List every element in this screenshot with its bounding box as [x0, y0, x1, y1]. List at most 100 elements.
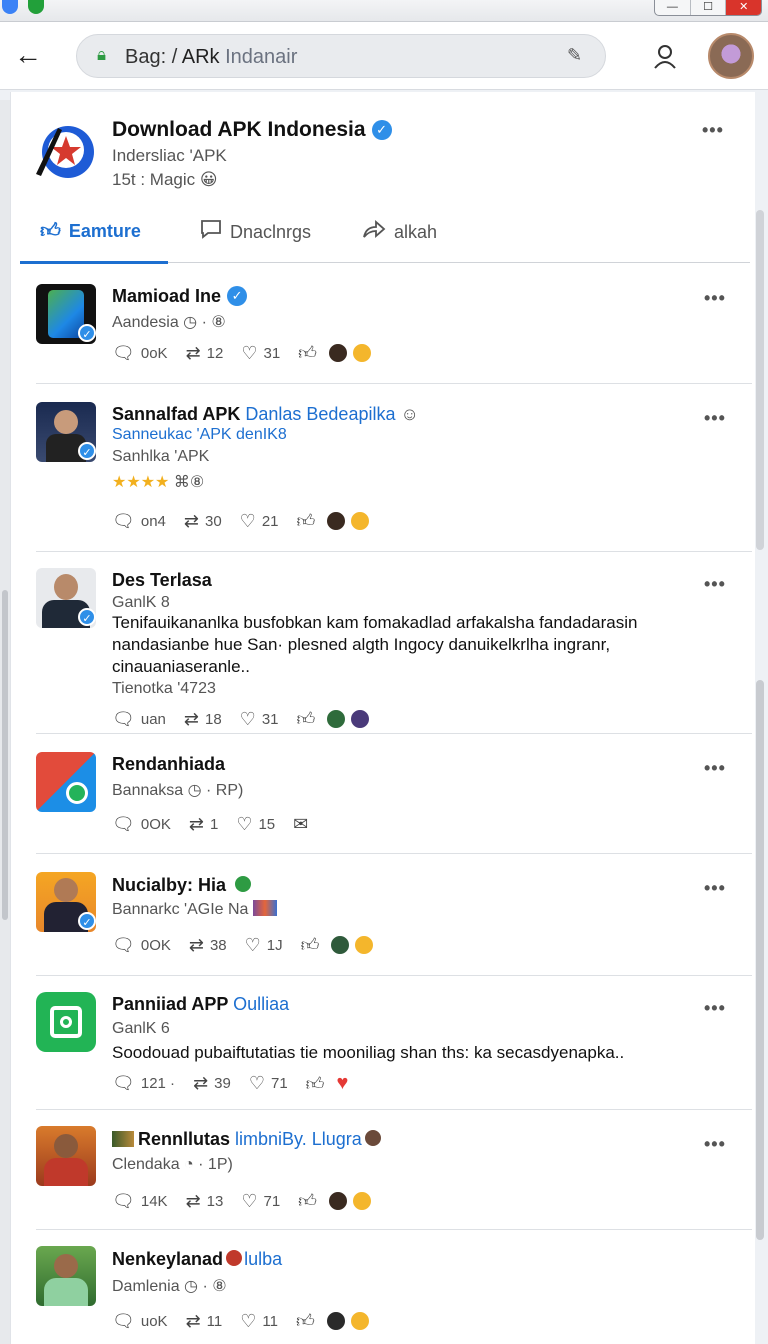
feed-post[interactable]: ✓ Sannalfad APK Danlas Bedeapilka ☺ Sann…	[36, 402, 752, 552]
reply-button[interactable]: 🗨︎ 0oK	[112, 343, 168, 364]
profile-avatar[interactable]	[708, 33, 754, 79]
like-button[interactable]: ♡ 1J	[245, 935, 283, 956]
profile-name: Download APK Indonesia ✓	[112, 118, 392, 142]
feed-post[interactable]: ✓ Des Terlasa GanlK 8 Tenifauikananlka b…	[36, 568, 752, 734]
post-subline: GanlK 8	[112, 594, 170, 611]
like-button[interactable]: ♡ 15	[236, 814, 275, 835]
url-text: Bag: / ARk Indanair	[125, 46, 297, 69]
repost-button[interactable]: ⇄ 38	[189, 935, 227, 956]
left-scroll-thumb[interactable]	[2, 590, 8, 920]
react-button[interactable]: 👍︎	[301, 934, 376, 956]
address-bar[interactable]: 🔒︎ Bag: / ARk Indanair ✎	[76, 34, 606, 78]
post-subline: Bannaksa ◷ · RP)	[112, 782, 244, 799]
post-title-link[interactable]: Danlas Bedeapilka	[245, 404, 395, 424]
repost-button[interactable]: ⇄ 1	[189, 814, 218, 835]
more-options-icon[interactable]: •••	[702, 120, 724, 141]
back-arrow-icon[interactable]: ←	[14, 40, 54, 72]
more-options-icon[interactable]: •••	[704, 758, 726, 779]
window-controls: — ☐ ✕	[654, 0, 762, 16]
reply-button[interactable]: 🗨︎ 14K	[112, 1191, 168, 1212]
close-button[interactable]: ✕	[726, 0, 762, 15]
repost-button[interactable]: ⇄ 13	[186, 1191, 224, 1212]
react-button[interactable]: 👍︎	[296, 1310, 371, 1332]
thumbs-up-icon: 👍︎	[300, 935, 320, 955]
repost-button[interactable]: ⇄ 12	[186, 343, 224, 364]
like-button[interactable]: ♡ 11	[240, 1311, 278, 1332]
more-options-icon[interactable]: •••	[704, 1134, 726, 1155]
scroll-thumb[interactable]	[756, 210, 764, 550]
repost-button[interactable]: ⇄ 11	[186, 1311, 223, 1332]
post-title-text: Nucialby: Hia	[112, 875, 227, 895]
minimize-button[interactable]: —	[655, 0, 691, 15]
reply-button[interactable]: 🗨︎ uan	[112, 709, 166, 730]
flag-icon	[252, 900, 277, 916]
tab-label: Dnaclnrgs	[230, 221, 312, 242]
image-icon	[112, 1131, 134, 1147]
post-title-link[interactable]: limbniBy. Llugra	[235, 1129, 362, 1149]
repost-icon: ⇄	[188, 934, 204, 955]
reply-button[interactable]: 🗨︎ on4	[112, 511, 166, 532]
post-subline: Damlenia ◷ · ⑧	[112, 1278, 227, 1295]
right-scrollbar[interactable]	[755, 210, 766, 1344]
active-tab-indicator	[20, 261, 168, 264]
post-title-text: Nenkeylanad	[112, 1249, 224, 1269]
feed-post[interactable]: Panniiad APP Oulliaa GanlK 6 Soodouad pu…	[36, 992, 752, 1110]
like-button[interactable]: ♡ 31	[241, 343, 280, 364]
post-title-link[interactable]: lulba	[244, 1249, 282, 1269]
repost-count: 38	[209, 936, 227, 954]
more-options-icon[interactable]: •••	[704, 878, 726, 899]
feed-post[interactable]: Nenkeylanad lulba Damlenia ◷ · ⑧ 🗨︎ uoK ⇄…	[36, 1246, 752, 1344]
edit-icon[interactable]: ✎	[567, 45, 591, 69]
repost-button[interactable]: ⇄ 39	[193, 1073, 231, 1094]
post-title: Panniiad APP Oulliaa	[112, 994, 289, 1015]
comment-icon: 🗨︎	[112, 814, 135, 834]
left-scrollbar[interactable]	[0, 100, 10, 1344]
account-switch-icon[interactable]	[650, 42, 684, 72]
browser-toolbar: ← 🔒︎ Bag: / ARk Indanair ✎	[0, 22, 768, 90]
tab-downloads[interactable]: Dnaclnrgs	[200, 219, 311, 245]
like-count: 71	[270, 1075, 288, 1092]
like-button[interactable]: ♡ 71	[249, 1073, 288, 1094]
repost-button[interactable]: ⇄ 30	[184, 511, 222, 532]
react-button[interactable]: 👍︎	[297, 708, 372, 730]
heart-icon: ♡	[236, 814, 253, 834]
react-button[interactable]: 👍︎	[298, 342, 373, 364]
repost-button[interactable]: ⇄ 18	[184, 709, 222, 730]
more-options-icon[interactable]: •••	[704, 574, 726, 595]
reply-count: 0OK	[140, 936, 171, 954]
like-button[interactable]: ♡ 21	[240, 511, 279, 532]
post-title-text: Mamioad Ine	[112, 286, 222, 306]
message-button[interactable]: ✉	[293, 814, 308, 835]
maximize-button[interactable]: ☐	[691, 0, 727, 15]
like-button[interactable]: ♡ 31	[240, 709, 279, 730]
reply-button[interactable]: 🗨︎ uoK	[112, 1311, 168, 1332]
feed-post[interactable]: ✓ Nucialby: Hia Bannarkc 'AGIe Na 🗨︎ 0OK …	[36, 872, 752, 976]
like-button[interactable]: ♡ 71	[241, 1191, 280, 1212]
react-button[interactable]: 👍︎	[297, 510, 372, 532]
more-options-icon[interactable]: •••	[704, 288, 726, 309]
more-options-icon[interactable]: •••	[704, 998, 726, 1019]
react-button[interactable]: 👍︎	[298, 1190, 373, 1212]
react-button[interactable]: 👍︎ ♥	[306, 1072, 349, 1095]
post-title-text: Sannalfad APK	[112, 404, 241, 424]
heart-icon: ♡	[239, 708, 256, 729]
post-body: Tenifauikananlka busfobkan kam fomakadla…	[112, 613, 638, 676]
scroll-thumb-secondary[interactable]	[756, 680, 764, 1240]
feed-post[interactable]: Rendanhiada Bannaksa ◷ · RP) 🗨︎ 0OK ⇄ 1 ♡ 1…	[36, 752, 752, 854]
profile-meta: 15t : Magic 😀	[112, 170, 218, 189]
post-subline-2: Tienotka '4723	[112, 680, 216, 697]
reply-button[interactable]: 🗨︎ 0OK	[112, 935, 171, 956]
reply-count: uoK	[140, 1312, 168, 1330]
tab-feature[interactable]: 👍︎ Eamture	[40, 219, 141, 243]
more-options-icon[interactable]: •••	[704, 408, 726, 429]
feed-post[interactable]: Rennllutas limbniBy. Llugra Clendaka ◔ ·…	[36, 1126, 752, 1230]
comment-icon: 🗨︎	[112, 1190, 135, 1211]
comment-icon: 🗨︎	[112, 1073, 135, 1093]
post-avatar	[36, 752, 96, 812]
feed-post[interactable]: ✓ Mamioad Ine ✓ Aandesia ◷ · ⑧ 🗨︎ 0oK ⇄ 12 …	[36, 284, 752, 384]
tab-share[interactable]: alkah	[362, 219, 437, 245]
reply-button[interactable]: 🗨︎ 121 ·	[112, 1073, 175, 1094]
reply-count: uan	[140, 710, 166, 728]
post-title-link[interactable]: Oulliaa	[233, 994, 289, 1014]
reply-button[interactable]: 🗨︎ 0OK	[112, 814, 171, 835]
